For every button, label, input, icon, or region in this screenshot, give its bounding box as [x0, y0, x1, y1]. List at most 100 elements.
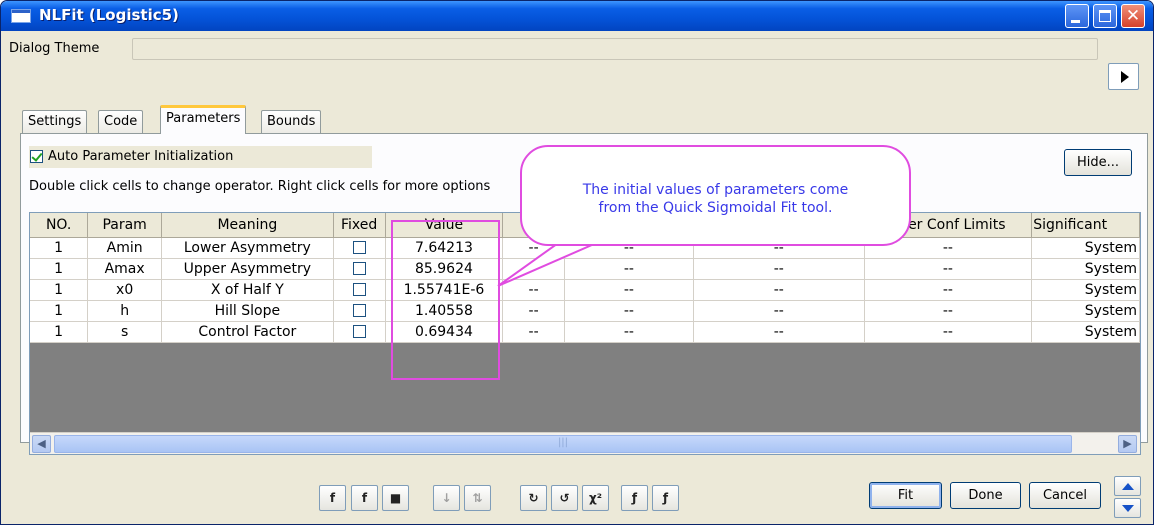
cell-9[interactable]: --	[864, 258, 1033, 280]
hide-button[interactable]: Hide...	[1064, 149, 1132, 176]
one-iteration-icon: ƒ	[631, 491, 638, 505]
sort-button[interactable]: ↓	[433, 485, 460, 511]
save-button[interactable]: ■	[382, 485, 409, 511]
cancel-button[interactable]: Cancel	[1029, 482, 1101, 509]
cell-8[interactable]: --	[693, 300, 865, 322]
cell-no[interactable]: 1	[30, 258, 89, 280]
function-icon: f	[361, 491, 368, 505]
cell-fixed[interactable]	[333, 321, 386, 343]
iterate-p-button[interactable]: ↻	[520, 485, 547, 511]
close-button[interactable]: ✕	[1121, 4, 1145, 28]
expand-down-arrow-button[interactable]	[1114, 498, 1141, 518]
col-header-param[interactable]: Param	[87, 213, 163, 238]
auto-init-checkbox[interactable]	[30, 150, 43, 163]
parameters-grid[interactable]: NO. Param Meaning Fixed Value pper Conf …	[29, 212, 1141, 455]
scroll-thumb[interactable]: |||	[54, 435, 1072, 453]
cell-9[interactable]: --	[864, 279, 1033, 301]
dialog-theme-label: Dialog Theme	[9, 41, 100, 56]
cell-significant[interactable]: System	[1031, 258, 1140, 280]
cell-7[interactable]: --	[564, 258, 694, 280]
col-header-fixed[interactable]: Fixed	[333, 213, 386, 238]
cell-8[interactable]: --	[693, 321, 865, 343]
cell-significant[interactable]: System	[1031, 321, 1140, 343]
fit-until-converge-button[interactable]: ƒ	[652, 485, 679, 511]
cell-meaning[interactable]: X of Half Y	[161, 279, 334, 301]
cell-fixed[interactable]	[333, 279, 386, 301]
table-row[interactable]: 1 s Control Factor 0.69434 -- -- -- -- System	[30, 321, 1140, 343]
tab-parameters[interactable]: Parameters	[160, 105, 247, 134]
tab-settings[interactable]: Settings	[22, 110, 88, 133]
cell-6[interactable]: --	[502, 279, 565, 301]
done-button[interactable]: Done	[950, 482, 1021, 509]
scroll-left-button[interactable]: ◀	[32, 435, 51, 453]
cell-7[interactable]: --	[564, 321, 694, 343]
fixed-checkbox[interactable]	[352, 262, 366, 275]
fixed-checkbox[interactable]	[352, 304, 366, 317]
callout-line-1: The initial values of parameters come	[582, 182, 849, 198]
minimize-button[interactable]	[1065, 4, 1089, 28]
cell-fixed[interactable]	[333, 258, 386, 280]
cell-param[interactable]: s	[87, 321, 163, 343]
cell-param[interactable]: Amin	[87, 237, 163, 259]
fit-until-converge-icon: ƒ	[662, 491, 669, 505]
table-row[interactable]: 1 h Hill Slope 1.40558 -- -- -- -- System	[30, 300, 1140, 322]
fit-button[interactable]: Fit	[869, 482, 942, 509]
cell-6[interactable]: --	[502, 258, 565, 280]
cell-no[interactable]: 1	[30, 300, 89, 322]
cell-7[interactable]: --	[564, 300, 694, 322]
cell-meaning[interactable]: Lower Asymmetry	[161, 237, 334, 259]
col-header-no[interactable]: NO.	[30, 213, 89, 238]
tab-code[interactable]: Code	[98, 110, 144, 133]
cell-8[interactable]: --	[693, 279, 865, 301]
table-row[interactable]: 1 Amax Upper Asymmetry 85.9624 -- -- -- -- Syste…	[30, 258, 1140, 280]
cell-significant[interactable]: System	[1031, 237, 1140, 259]
iterate-p-icon: ↻	[528, 491, 539, 505]
one-iteration-button[interactable]: ƒ	[621, 485, 648, 511]
cell-fixed[interactable]	[333, 237, 386, 259]
minimize-icon	[1071, 20, 1080, 23]
collapse-up-arrow-button[interactable]	[1114, 476, 1141, 496]
cell-fixed[interactable]	[333, 300, 386, 322]
cell-6[interactable]: --	[502, 321, 565, 343]
cell-no[interactable]: 1	[30, 237, 89, 259]
title-bar[interactable]: NLFit (Logistic5) ✕	[1, 1, 1153, 31]
cell-significant[interactable]: System	[1031, 279, 1140, 301]
cell-significant[interactable]: System	[1031, 300, 1140, 322]
callout-annotation: The initial values of parameters come fr…	[520, 145, 911, 246]
iterate-s-button[interactable]: ↺	[551, 485, 578, 511]
maximize-icon	[1099, 10, 1111, 22]
cell-param[interactable]: h	[87, 300, 163, 322]
cell-7[interactable]: --	[564, 279, 694, 301]
col-header-meaning[interactable]: Meaning	[161, 213, 334, 238]
table-row[interactable]: 1 x0 X of Half Y 1.55741E-6 -- -- -- -- System	[30, 279, 1140, 301]
dialog-theme-combo[interactable]	[132, 38, 1098, 60]
fixed-checkbox[interactable]	[352, 325, 366, 338]
cell-meaning[interactable]: Control Factor	[161, 321, 334, 343]
horizontal-scrollbar[interactable]: ◀ ||| ▶	[30, 432, 1140, 454]
cell-no[interactable]: 1	[30, 279, 89, 301]
cell-8[interactable]: --	[693, 258, 865, 280]
theme-menu-arrow-button[interactable]	[1108, 63, 1139, 90]
cell-no[interactable]: 1	[30, 321, 89, 343]
swap-icon: ⇅	[472, 491, 483, 505]
cell-9[interactable]: --	[864, 321, 1033, 343]
function-button[interactable]: f	[351, 485, 378, 511]
maximize-button[interactable]	[1093, 4, 1117, 28]
swap-button[interactable]: ⇅	[464, 485, 491, 511]
tab-bounds[interactable]: Bounds	[261, 110, 322, 133]
nlfit-dialog: NLFit (Logistic5) ✕ Dialog Theme Setting…	[0, 0, 1154, 525]
fixed-checkbox[interactable]	[352, 283, 366, 296]
cell-6[interactable]: --	[502, 300, 565, 322]
cell-param[interactable]: Amax	[87, 258, 163, 280]
chi-square-button[interactable]: χ²	[582, 485, 609, 511]
cell-param[interactable]: x0	[87, 279, 163, 301]
cell-meaning[interactable]: Hill Slope	[161, 300, 334, 322]
auto-parameter-initialization[interactable]: Auto Parameter Initialization	[29, 146, 372, 168]
window-icon	[11, 9, 31, 23]
fixed-checkbox[interactable]	[352, 241, 366, 254]
scroll-right-button[interactable]: ▶	[1118, 435, 1137, 453]
fx-edit-button[interactable]: f	[319, 485, 346, 511]
col-header-significant[interactable]: Significant	[1031, 213, 1140, 238]
cell-meaning[interactable]: Upper Asymmetry	[161, 258, 334, 280]
cell-9[interactable]: --	[864, 300, 1033, 322]
